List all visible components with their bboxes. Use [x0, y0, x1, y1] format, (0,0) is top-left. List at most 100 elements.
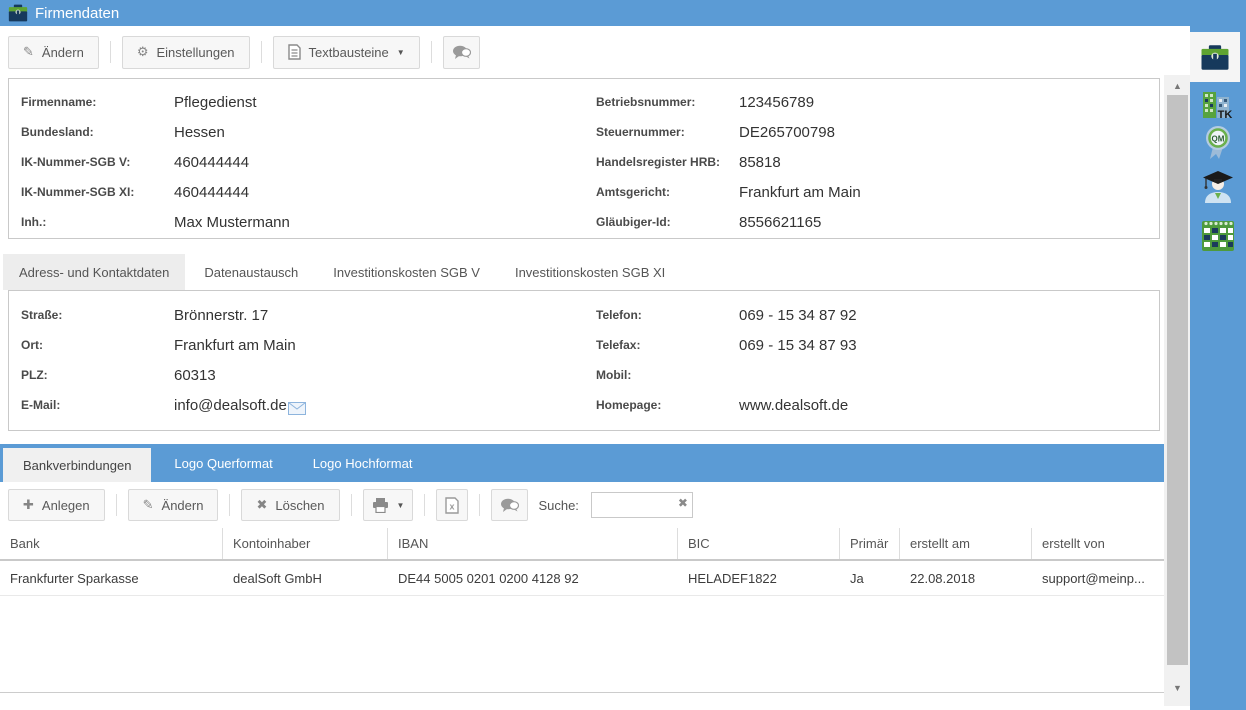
export-button[interactable]: x — [436, 489, 468, 521]
sidebar-item-tk[interactable]: TK — [1190, 90, 1246, 120]
table-header-row: Bank Kontoinhaber IBAN BIC Primär erstel… — [0, 528, 1164, 561]
plus-icon: ✚ — [23, 497, 34, 513]
email-icon[interactable] — [288, 402, 306, 415]
anlegen-button[interactable]: ✚ Anlegen — [8, 489, 105, 521]
kommentar-button[interactable] — [443, 36, 480, 69]
column-header-iban[interactable]: IBAN — [388, 528, 678, 559]
field-row: Amtsgericht: Frankfurt am Main — [584, 177, 1159, 207]
field-label: Firmenname: — [9, 95, 174, 109]
cell-kontoinhaber: dealSoft GmbH — [223, 561, 388, 595]
column-header-kontoinhaber[interactable]: Kontoinhaber — [223, 528, 388, 559]
cell-bank: Frankfurter Sparkasse — [0, 561, 223, 595]
field-row: Steuernummer: DE265700798 — [584, 117, 1159, 147]
column-header-erstellt-am[interactable]: erstellt am — [900, 528, 1032, 559]
column-header-bank[interactable]: Bank — [0, 528, 223, 559]
sidebar-item-kalender[interactable] — [1190, 217, 1246, 253]
tab-investitionskosten-sgb-xi[interactable]: Investitionskosten SGB XI — [499, 254, 681, 290]
field-row: IK-Nummer-SGB V: 460444444 — [9, 147, 584, 177]
field-label: Amtsgericht: — [584, 185, 739, 199]
column-header-primaer[interactable]: Primär — [840, 528, 900, 559]
main-toolbar: ✎ Ändern ⚙ Einstellungen Textbausteine ▼ — [0, 26, 1164, 78]
table-row[interactable]: Frankfurter Sparkasse dealSoft GmbH DE44… — [0, 561, 1164, 596]
sidebar-item-firmendaten[interactable] — [1190, 32, 1240, 82]
tab-adress-und-kontaktdaten[interactable]: Adress- und Kontaktdaten — [3, 254, 185, 290]
toolbar-separator — [351, 494, 352, 516]
toolbar-separator — [116, 494, 117, 516]
field-label: Mobil: — [584, 368, 739, 382]
toolbar-separator — [110, 41, 111, 63]
tab-bankverbindungen[interactable]: Bankverbindungen — [3, 448, 151, 482]
field-value: www.dealsoft.de — [739, 397, 848, 414]
contact-tab-strip: Adress- und Kontaktdaten Datenaustausch … — [3, 254, 684, 290]
sidebar-item-schulung[interactable] — [1190, 169, 1246, 203]
column-header-bic[interactable]: BIC — [678, 528, 840, 559]
email-value: info@dealsoft.de — [174, 397, 287, 414]
field-row: Betriebsnummer: 123456789 — [584, 87, 1159, 117]
address-right-column: Telefon: 069 - 15 34 87 92 Telefax: 069 … — [584, 300, 1159, 430]
field-label: PLZ: — [9, 368, 174, 382]
tab-logo-querformat[interactable]: Logo Querformat — [154, 444, 292, 482]
printer-icon — [372, 498, 389, 513]
vertical-scrollbar[interactable]: ▲ ▼ — [1164, 75, 1191, 706]
field-row: IK-Nummer-SGB XI: 460444444 — [9, 177, 584, 207]
scrollbar-thumb[interactable] — [1167, 95, 1188, 665]
suche-label: Suche: — [538, 498, 578, 513]
tab-logo-hochformat[interactable]: Logo Hochformat — [293, 444, 433, 482]
field-row: Straße: Brönnerstr. 17 — [9, 300, 584, 330]
chevron-down-icon: ▼ — [397, 501, 405, 510]
clear-search-icon[interactable]: ✖ — [678, 496, 688, 510]
field-label: Steuernummer: — [584, 125, 739, 139]
title-bar: Firmendaten — [0, 0, 1190, 26]
drucken-button[interactable]: ▼ — [363, 489, 414, 521]
company-left-column: Firmenname: Pflegedienst Bundesland: Hes… — [9, 87, 584, 238]
aendern-bank-button[interactable]: ✎ Ändern — [128, 489, 219, 521]
field-row: Mobil: — [584, 360, 1159, 390]
tab-datenaustausch[interactable]: Datenaustausch — [188, 254, 314, 290]
field-label: E-Mail: — [9, 398, 174, 412]
toolbar-separator — [424, 494, 425, 516]
field-row: Ort: Frankfurt am Main — [9, 330, 584, 360]
field-value: 85818 — [739, 154, 781, 171]
toolbar-separator — [261, 41, 262, 63]
qm-seal-icon: QM — [1203, 125, 1233, 161]
pencil-icon: ✎ — [23, 44, 34, 60]
field-label: Gläubiger-Id: — [584, 215, 739, 229]
tab-investitionskosten-sgb-v[interactable]: Investitionskosten SGB V — [317, 254, 496, 290]
cell-primaer: Ja — [840, 561, 900, 595]
field-value: 60313 — [174, 367, 216, 384]
scroll-down-icon[interactable]: ▼ — [1164, 683, 1191, 693]
field-label: Bundesland: — [9, 125, 174, 139]
toolbar-separator — [479, 494, 480, 516]
field-label: Straße: — [9, 308, 174, 322]
field-label: Telefon: — [584, 308, 739, 322]
field-label: Handelsregister HRB: — [584, 155, 739, 169]
field-value: Frankfurt am Main — [174, 337, 296, 354]
cell-erstellt-am: 22.08.2018 — [900, 561, 1032, 595]
loeschen-button[interactable]: ✖ Löschen — [241, 489, 339, 521]
chat-icon — [452, 45, 471, 60]
aendern-button[interactable]: ✎ Ändern — [8, 36, 99, 69]
content-bottom-border — [0, 692, 1164, 693]
scroll-up-icon[interactable]: ▲ — [1164, 81, 1191, 91]
cell-bic: HELADEF1822 — [678, 561, 840, 595]
field-row: PLZ: 60313 — [9, 360, 584, 390]
calendar-icon — [1200, 217, 1236, 253]
tk-buildings-icon: TK — [1200, 90, 1236, 120]
field-label: Inh.: — [9, 215, 174, 229]
textbausteine-button[interactable]: Textbausteine ▼ — [273, 36, 420, 69]
field-row: Gläubiger-Id: 8556621165 — [584, 207, 1159, 237]
firmendaten-window: Firmendaten ✎ Ändern ⚙ Einstellungen Tex… — [0, 0, 1246, 710]
address-panel: Straße: Brönnerstr. 17 Ort: Frankfurt am… — [8, 290, 1160, 431]
field-value: Hessen — [174, 124, 225, 141]
column-header-erstellt-von[interactable]: erstellt von — [1032, 528, 1164, 559]
field-value: 069 - 15 34 87 92 — [739, 307, 857, 324]
field-value: Frankfurt am Main — [739, 184, 861, 201]
field-value: 8556621165 — [739, 214, 821, 231]
einstellungen-button[interactable]: ⚙ Einstellungen — [122, 36, 250, 69]
cell-iban: DE44 5005 0201 0200 4128 92 — [388, 561, 678, 595]
sidebar-item-qm[interactable]: QM — [1190, 125, 1246, 161]
kommentar-bank-button[interactable] — [491, 489, 528, 521]
svg-text:QM: QM — [1212, 135, 1225, 144]
briefcase-icon — [8, 3, 28, 23]
toolbar-separator — [229, 494, 230, 516]
